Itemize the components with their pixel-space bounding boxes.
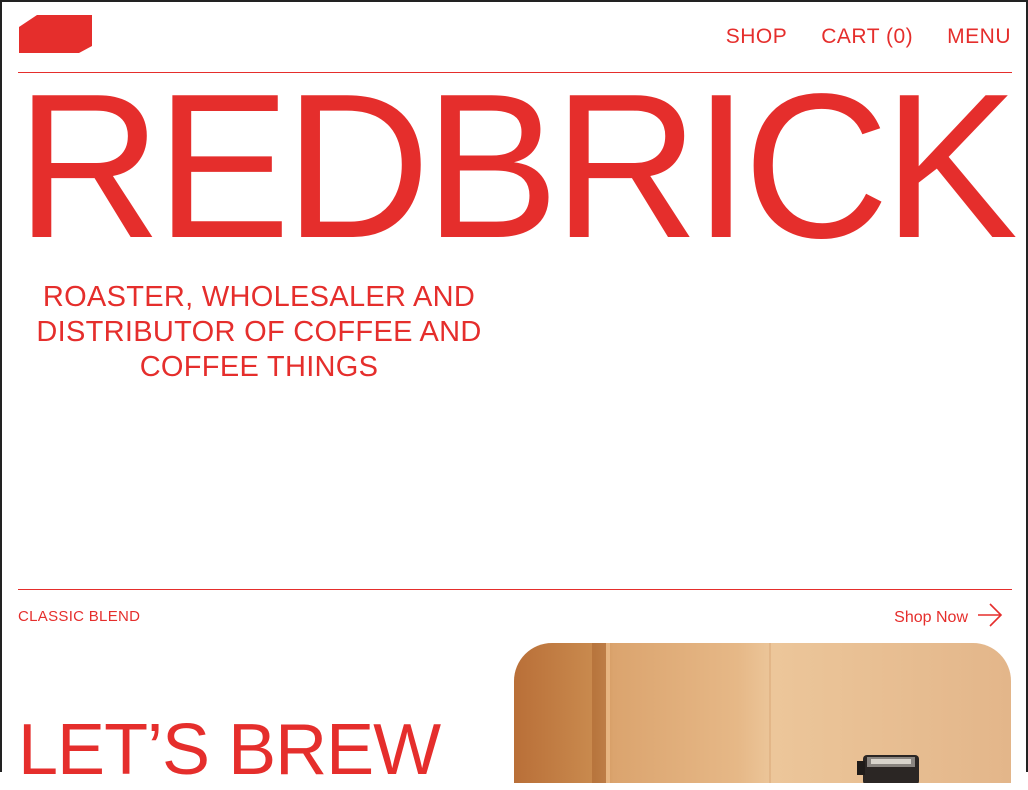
shop-now-label: Shop Now (894, 608, 968, 626)
nav-cart-link[interactable]: CART (0) (821, 25, 913, 49)
product-photo (514, 643, 1011, 783)
hero-tagline: ROASTER, WHOLESALER AND DISTRIBUTOR OF C… (36, 281, 482, 383)
brick-logo-icon[interactable] (19, 15, 93, 55)
nav-menu-button[interactable]: MENU (947, 25, 1011, 49)
section-divider (18, 589, 1012, 590)
photo-highlight (606, 643, 610, 783)
kettle-image (857, 755, 919, 783)
section-heading: LET’S BREW (18, 710, 441, 790)
product-label: CLASSIC BLEND (18, 608, 141, 625)
photo-shadow (592, 643, 606, 783)
brand-wordmark: REDBRICK (15, 51, 1018, 281)
arrow-right-icon (976, 602, 1004, 633)
photo-edge (769, 643, 771, 783)
shop-now-link[interactable]: Shop Now (894, 602, 1004, 633)
nav-shop-link[interactable]: SHOP (726, 25, 788, 49)
top-nav: SHOP CART (0) MENU (726, 25, 1011, 49)
